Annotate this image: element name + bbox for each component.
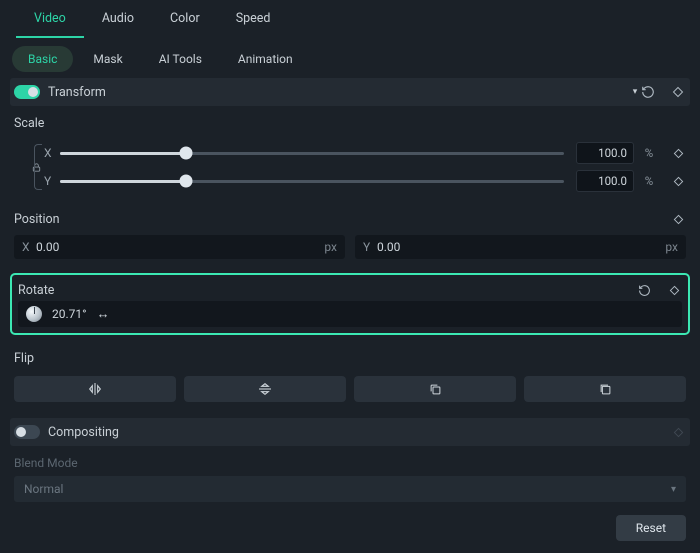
chevron-down-icon: ▾ [671, 484, 676, 495]
keyframe-icon[interactable] [670, 211, 686, 227]
rotate-dial-icon[interactable] [26, 306, 42, 322]
flip-vertical-button[interactable] [184, 376, 346, 402]
tab-color[interactable]: Color [152, 1, 218, 38]
subtab-mask[interactable]: Mask [77, 46, 138, 72]
sub-tabs: Basic Mask AI Tools Animation [0, 38, 700, 74]
scale-x-row: X 100.0 % [14, 139, 686, 167]
scale-heading: Scale [10, 106, 690, 137]
blend-mode-value: Normal [24, 482, 63, 496]
duplicate-button[interactable] [354, 376, 516, 402]
position-y-label: Y [363, 240, 377, 254]
scale-y-slider[interactable] [60, 180, 564, 183]
reset-icon[interactable] [636, 282, 652, 298]
rotate-section: Rotate 20.71° ↔ [10, 273, 690, 335]
chevron-down-icon[interactable]: ▾ [630, 87, 640, 97]
subtab-animation[interactable]: Animation [222, 46, 309, 72]
blend-block: Blend Mode Normal ▾ [10, 446, 690, 506]
drag-horizontal-icon[interactable]: ↔ [97, 306, 109, 322]
position-heading: Position [10, 201, 690, 233]
flip-horizontal-button[interactable] [14, 376, 176, 402]
footer: Reset [616, 515, 686, 541]
position-row: X 0.00 px Y 0.00 px [10, 233, 690, 269]
flip-label: Flip [14, 351, 686, 366]
scale-x-slider[interactable] [60, 152, 564, 155]
flip-heading: Flip [10, 341, 690, 372]
scale-x-input[interactable]: 100.0 [576, 142, 634, 164]
blend-mode-label: Blend Mode [14, 456, 686, 470]
copy-button[interactable] [524, 376, 686, 402]
scale-label: Scale [14, 116, 686, 131]
position-x-unit: px [324, 240, 337, 254]
rotate-label: Rotate [18, 283, 636, 298]
keyframe-icon [670, 424, 686, 440]
rotate-input[interactable]: 20.71° ↔ [18, 301, 682, 327]
scale-y-unit: % [640, 174, 658, 188]
scale-x-unit: % [640, 146, 658, 160]
tab-speed[interactable]: Speed [218, 1, 289, 38]
keyframe-icon[interactable] [670, 173, 686, 189]
scale-y-row: Y 100.0 % [14, 167, 686, 195]
tab-video[interactable]: Video [16, 1, 84, 38]
top-tabs: Video Audio Color Speed [0, 0, 700, 38]
flip-row [10, 372, 690, 412]
compositing-label: Compositing [48, 425, 670, 440]
position-y-value: 0.00 [377, 240, 665, 254]
transform-label: Transform [48, 85, 626, 100]
keyframe-icon[interactable] [670, 145, 686, 161]
tab-audio[interactable]: Audio [84, 1, 152, 38]
scale-block: X 100.0 % Y 100.0 % [10, 137, 690, 201]
subtab-basic[interactable]: Basic [12, 46, 73, 72]
position-y-unit: px [665, 240, 678, 254]
position-y-input[interactable]: Y 0.00 px [355, 235, 686, 259]
scale-y-input[interactable]: 100.0 [576, 170, 634, 192]
position-x-label: X [22, 240, 36, 254]
blend-mode-select[interactable]: Normal ▾ [14, 476, 686, 502]
transform-header: Transform ▾ [10, 78, 690, 106]
position-x-value: 0.00 [36, 240, 324, 254]
rotate-value: 20.71° [52, 307, 87, 321]
compositing-header: Compositing [10, 418, 690, 446]
position-label: Position [14, 212, 670, 227]
keyframe-icon[interactable] [670, 84, 686, 100]
position-x-input[interactable]: X 0.00 px [14, 235, 345, 259]
reset-icon[interactable] [640, 84, 656, 100]
keyframe-icon[interactable] [666, 282, 682, 298]
compositing-toggle[interactable] [14, 425, 40, 439]
transform-toggle[interactable] [14, 85, 40, 99]
subtab-aitools[interactable]: AI Tools [143, 46, 218, 72]
reset-button[interactable]: Reset [616, 515, 686, 541]
